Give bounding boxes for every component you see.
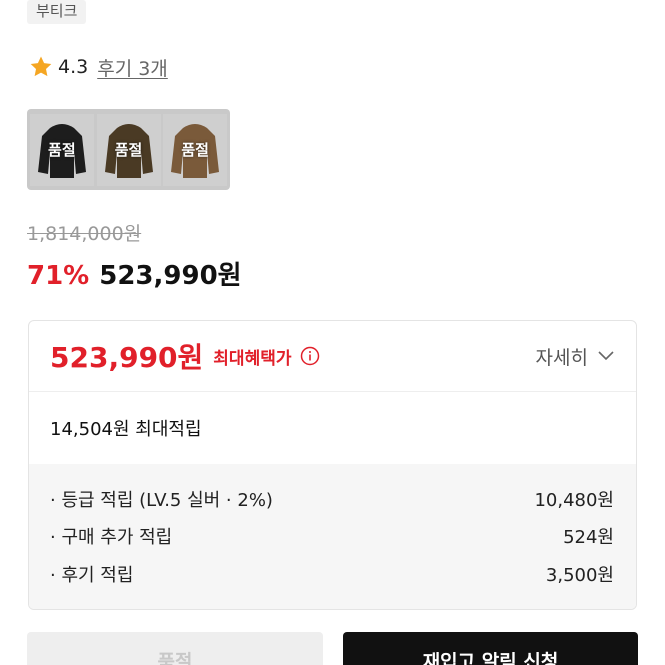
points-item: · 구매 추가 적립 524원	[50, 518, 614, 556]
detail-label: 자세히	[535, 346, 588, 369]
max-benefit-label: 최대혜택가	[213, 348, 292, 369]
benefit-box: 523,990원 최대혜택가 자세히 14,504원 최대적립 · 등급 적립 …	[28, 320, 637, 610]
color-options: 품절 품절 품절	[27, 109, 230, 190]
color-option-olive[interactable]: 품절	[96, 113, 161, 186]
soldout-label: 품절	[181, 141, 209, 159]
sale-price: 523,990원	[99, 261, 242, 291]
soldout-button[interactable]: 품절	[27, 632, 323, 665]
info-icon[interactable]	[300, 346, 320, 366]
detail-toggle-button[interactable]: 자세히	[536, 343, 614, 370]
color-option-black[interactable]: 품절	[30, 113, 94, 186]
price-row: 71% 523,990원	[27, 255, 242, 292]
points-breakdown: · 등급 적립 (LV.5 실버 · 2%) 10,480원 · 구매 추가 적…	[29, 464, 636, 609]
color-option-brown[interactable]: 품절	[163, 113, 228, 186]
points-item: · 후기 적립 3,500원	[50, 555, 614, 593]
soldout-label: 품절	[114, 141, 143, 159]
points-item-label: · 구매 추가 적립	[50, 527, 173, 549]
restock-alert-button[interactable]: 재입고 알림 신청	[343, 632, 638, 665]
star-icon	[30, 56, 52, 77]
points-item-label: · 등급 적립 (LV.5 실버 · 2%)	[50, 489, 273, 511]
soldout-label: 품절	[48, 141, 76, 159]
original-price: 1,814,000원	[27, 223, 142, 245]
points-item-value: 3,500원	[545, 564, 614, 586]
rating-value: 4.3	[58, 56, 89, 78]
rating-row: 4.3 후기 3개	[29, 54, 168, 80]
max-benefit-price: 523,990원	[50, 341, 204, 374]
points-item-label: · 후기 적립	[50, 564, 134, 586]
points-summary: 14,504원 최대적립	[50, 419, 202, 440]
points-item-value: 524원	[563, 527, 614, 549]
chevron-down-icon	[598, 351, 614, 361]
benefit-header: 523,990원 최대혜택가 자세히	[29, 321, 636, 391]
brand-tag[interactable]: 부티크	[27, 0, 87, 24]
points-item-value: 10,480원	[534, 489, 614, 511]
points-item: · 등급 적립 (LV.5 실버 · 2%) 10,480원	[50, 480, 614, 518]
reviews-link[interactable]: 후기 3개	[97, 54, 168, 81]
discount-rate: 71%	[27, 261, 90, 291]
